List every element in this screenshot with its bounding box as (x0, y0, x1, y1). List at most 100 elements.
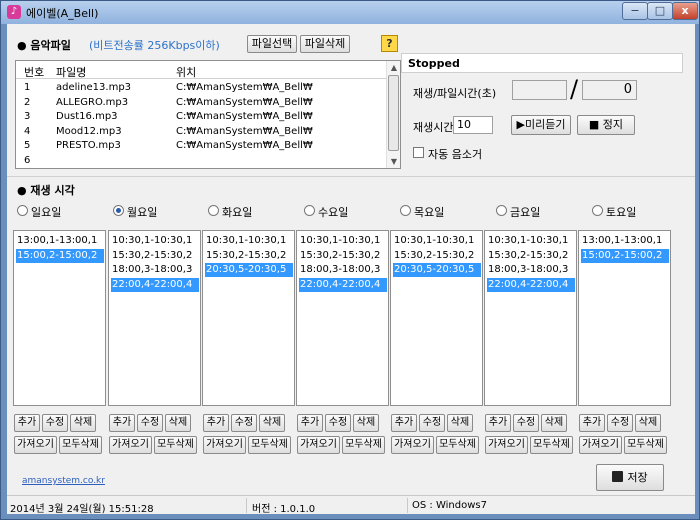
edit-button[interactable]: 수정 (607, 414, 633, 432)
delete-all-button[interactable]: 모두삭제 (436, 436, 479, 454)
day-label[interactable]: 금요일 (510, 204, 540, 220)
maximize-button[interactable]: □ (647, 2, 673, 20)
schedule-entry[interactable]: 15:30,2-15:30,2 (205, 249, 293, 263)
day-label[interactable]: 일요일 (31, 204, 61, 220)
add-button[interactable]: 추가 (579, 414, 605, 432)
auto-mute-checkbox[interactable] (413, 147, 424, 158)
delete-all-button[interactable]: 모두삭제 (59, 436, 102, 454)
file-delete-button[interactable]: 파일삭제 (300, 35, 350, 53)
delete-button[interactable]: 삭제 (635, 414, 661, 432)
music-file-list[interactable]: 번호 파일명 위치 1 adeline13.mp3 C:₩AmanSystem₩A_… (15, 60, 401, 169)
delete-all-button[interactable]: 모두삭제 (154, 436, 197, 454)
title-bar[interactable]: ♪ 에이벨(A_Bell) − □ x (1, 1, 699, 24)
schedule-entry[interactable]: 15:30,2-15:30,2 (111, 249, 199, 263)
delete-all-button[interactable]: 모두삭제 (342, 436, 385, 454)
schedule-entry[interactable]: 13:00,1-13:00,1 (16, 234, 104, 248)
add-button[interactable]: 추가 (14, 414, 40, 432)
schedule-list[interactable]: 10:30,1-10:30,1 15:30,2-15:30,2 18:00,3-18… (296, 230, 389, 406)
schedule-entry[interactable]: 15:00,2-15:00,2 (581, 248, 669, 263)
col-header-name[interactable]: 파일명 (56, 64, 86, 80)
schedule-entry[interactable]: 15:00,2-15:00,2 (16, 248, 104, 263)
minimize-button[interactable]: − (622, 2, 648, 20)
schedule-entry[interactable]: 18:00,3-18:00,3 (111, 263, 199, 277)
delete-button[interactable]: 삭제 (541, 414, 567, 432)
play-seconds-input[interactable]: 10 (453, 116, 493, 134)
radio-button-icon[interactable] (304, 205, 315, 216)
radio-button-icon[interactable] (496, 205, 507, 216)
schedule-entry[interactable]: 10:30,1-10:30,1 (487, 234, 575, 248)
add-button[interactable]: 추가 (109, 414, 135, 432)
stop-button[interactable]: ■ 정지 (577, 115, 635, 135)
day-label[interactable]: 화요일 (222, 204, 252, 220)
file-list-scrollbar[interactable]: ▲ ▼ (386, 61, 400, 168)
import-button[interactable]: 가져오기 (109, 436, 152, 454)
schedule-entry[interactable]: 10:30,1-10:30,1 (205, 234, 293, 248)
file-row[interactable]: 1 adeline13.mp3 C:₩AmanSystem₩A_Bell₩ (16, 81, 386, 95)
schedule-entry[interactable]: 22:00,4-22:00,4 (487, 277, 575, 292)
import-button[interactable]: 가져오기 (579, 436, 622, 454)
delete-button[interactable]: 삭제 (353, 414, 379, 432)
delete-button[interactable]: 삭제 (70, 414, 96, 432)
help-button[interactable]: ? (381, 35, 398, 52)
auto-mute-label[interactable]: 자동 음소거 (428, 146, 482, 162)
scroll-up-arrow-icon[interactable]: ▲ (387, 61, 401, 74)
schedule-entry[interactable]: 20:30,5-20:30,5 (393, 263, 481, 277)
edit-button[interactable]: 수정 (137, 414, 163, 432)
day-label[interactable]: 토요일 (606, 204, 636, 220)
file-row[interactable]: 6 (16, 154, 386, 168)
import-button[interactable]: 가져오기 (485, 436, 528, 454)
edit-button[interactable]: 수정 (419, 414, 445, 432)
schedule-entry[interactable]: 10:30,1-10:30,1 (393, 234, 481, 248)
schedule-entry[interactable]: 18:00,3-18:00,3 (487, 263, 575, 277)
schedule-entry[interactable]: 22:00,4-22:00,4 (111, 277, 199, 292)
schedule-entry[interactable]: 10:30,1-10:30,1 (299, 234, 387, 248)
edit-button[interactable]: 수정 (42, 414, 68, 432)
import-button[interactable]: 가져오기 (14, 436, 57, 454)
file-row[interactable]: 2 ALLEGRO.mp3 C:₩AmanSystem₩A_Bell₩ (16, 96, 386, 110)
col-header-num[interactable]: 번호 (24, 64, 44, 80)
schedule-entry[interactable]: 10:30,1-10:30,1 (111, 234, 199, 248)
scroll-down-arrow-icon[interactable]: ▼ (387, 155, 401, 168)
delete-all-button[interactable]: 모두삭제 (248, 436, 291, 454)
website-link[interactable]: amansystem.co.kr (22, 476, 105, 486)
save-button[interactable]: 저장 (596, 464, 664, 491)
schedule-list[interactable]: 10:30,1-10:30,1 15:30,2-15:30,2 18:00,3-18… (484, 230, 577, 406)
schedule-entry[interactable]: 22:00,4-22:00,4 (299, 277, 387, 292)
radio-button-icon[interactable] (113, 205, 124, 216)
delete-button[interactable]: 삭제 (259, 414, 285, 432)
day-label[interactable]: 목요일 (414, 204, 444, 220)
delete-all-button[interactable]: 모두삭제 (624, 436, 667, 454)
edit-button[interactable]: 수정 (231, 414, 257, 432)
schedule-entry[interactable]: 18:00,3-18:00,3 (299, 263, 387, 277)
schedule-list[interactable]: 10:30,1-10:30,1 15:30,2-15:30,2 20:30,5-20… (202, 230, 295, 406)
add-button[interactable]: 추가 (203, 414, 229, 432)
add-button[interactable]: 추가 (391, 414, 417, 432)
close-button[interactable]: x (672, 2, 698, 20)
delete-button[interactable]: 삭제 (447, 414, 473, 432)
delete-all-button[interactable]: 모두삭제 (530, 436, 573, 454)
add-button[interactable]: 추가 (297, 414, 323, 432)
radio-button-icon[interactable] (400, 205, 411, 216)
schedule-entry[interactable]: 15:30,2-15:30,2 (393, 249, 481, 263)
schedule-entry[interactable]: 13:00,1-13:00,1 (581, 234, 669, 248)
import-button[interactable]: 가져오기 (203, 436, 246, 454)
col-header-location[interactable]: 위치 (176, 64, 196, 80)
radio-button-icon[interactable] (17, 205, 28, 216)
schedule-list[interactable]: 13:00,1-13:00,1 15:00,2-15:00,2 (13, 230, 106, 406)
schedule-list[interactable]: 13:00,1-13:00,1 15:00,2-15:00,2 (578, 230, 671, 406)
file-select-button[interactable]: 파일선택 (247, 35, 297, 53)
day-label[interactable]: 수요일 (318, 204, 348, 220)
file-row[interactable]: 4 Mood12.mp3 C:₩AmanSystem₩A_Bell₩ (16, 125, 386, 139)
schedule-list[interactable]: 10:30,1-10:30,1 15:30,2-15:30,2 20:30,5-20… (390, 230, 483, 406)
edit-button[interactable]: 수정 (513, 414, 539, 432)
schedule-entry[interactable]: 20:30,5-20:30,5 (205, 263, 293, 277)
day-label[interactable]: 월요일 (127, 204, 157, 220)
import-button[interactable]: 가져오기 (391, 436, 434, 454)
schedule-entry[interactable]: 15:30,2-15:30,2 (487, 249, 575, 263)
schedule-list[interactable]: 10:30,1-10:30,1 15:30,2-15:30,2 18:00,3-18… (108, 230, 201, 406)
radio-button-icon[interactable] (208, 205, 219, 216)
scroll-thumb[interactable] (388, 75, 399, 151)
add-button[interactable]: 추가 (485, 414, 511, 432)
radio-button-icon[interactable] (592, 205, 603, 216)
delete-button[interactable]: 삭제 (165, 414, 191, 432)
